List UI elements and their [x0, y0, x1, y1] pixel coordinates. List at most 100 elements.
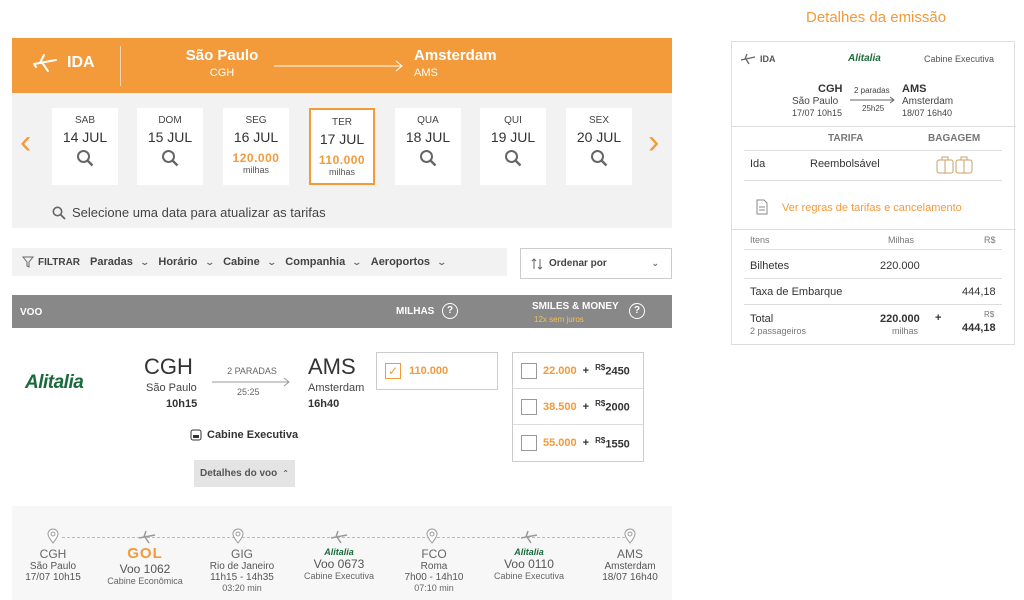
fare-rules-link[interactable]: Ver regras de tarifas e cancelamento — [782, 202, 962, 214]
filter-aeroportos[interactable]: Aeroportos ⌄ — [370, 256, 447, 268]
flight-details-button[interactable]: Detalhes do voo ⌃ — [194, 460, 295, 487]
filter-cabine[interactable]: Cabine ⌄ — [223, 256, 277, 268]
date-weekday: QUA — [417, 115, 439, 126]
filter-toggle[interactable]: FILTRAR — [22, 256, 80, 268]
date-card[interactable]: SEG 16 JUL 120.000 milhas — [223, 108, 289, 185]
location-pin-icon — [624, 528, 636, 544]
smiles-money-options: 22.000 + R$2450 38.500 + R$2000 55.000 +… — [512, 352, 644, 462]
leg-flight: Voo 0110 — [504, 557, 554, 571]
prev-date-chevron-icon[interactable]: ‹ — [20, 123, 31, 162]
filter-horario[interactable]: Horário ⌄ — [158, 256, 214, 268]
divider — [120, 46, 121, 86]
item-miles: 220.000 — [880, 260, 920, 272]
summary-stops: 2 paradas — [854, 86, 890, 95]
alitalia-logo: Alitalia — [514, 547, 544, 557]
total-passengers: 2 passageiros — [750, 326, 807, 336]
sm-miles: 22.000 — [543, 364, 577, 377]
date-day: 17 JUL — [319, 131, 365, 147]
smiles-money-option[interactable]: 22.000 + R$2450 — [513, 353, 643, 389]
next-date-chevron-icon[interactable]: › — [648, 123, 659, 162]
date-hint-text: Selecione uma data para atualizar as tar… — [72, 205, 326, 220]
document-icon — [756, 199, 768, 215]
summary-title: Detalhes da emissão — [806, 9, 947, 26]
date-card[interactable]: QUI 19 JUL — [480, 108, 546, 185]
col-milhas: Milhas — [888, 235, 915, 245]
leg-flight: Voo 0673 — [313, 557, 365, 571]
date-weekday: QUI — [504, 115, 522, 126]
help-icon[interactable]: ? — [629, 303, 645, 319]
sm-money-value: 1550 — [605, 438, 630, 451]
dep-city: São Paulo — [146, 382, 197, 394]
total-miles-unit: milhas — [892, 326, 919, 336]
filter-companhia-label: Companhia — [285, 256, 346, 268]
location-pin-icon — [426, 528, 438, 544]
filter-companhia[interactable]: Companhia ⌄ — [285, 256, 362, 268]
sort-icon — [531, 257, 543, 270]
smiles-money-option[interactable]: 38.500 + R$2000 — [513, 389, 643, 425]
summary-dep-city: São Paulo — [792, 96, 839, 107]
location-pin-icon — [47, 528, 59, 544]
date-card[interactable]: SEX 20 JUL — [566, 108, 632, 185]
route-arrow-icon — [274, 60, 403, 72]
total-miles: 220.000 — [880, 313, 920, 325]
search-icon — [162, 150, 179, 167]
results-header: VOO MILHAS ? SMILES & MONEY 12x sem juro… — [12, 295, 672, 328]
col-rs: R$ — [984, 235, 996, 245]
arr-time: 16h40 — [308, 398, 340, 410]
divider — [744, 180, 1002, 181]
dep-code: CGH — [144, 354, 193, 379]
dep-time: 10h15 — [166, 398, 198, 410]
plus-sign: + — [582, 437, 590, 449]
currency: R$ — [595, 399, 606, 409]
origin: São Paulo CGH — [182, 47, 262, 79]
date-day: 18 JUL — [405, 129, 451, 145]
item-label: Bilhetes — [750, 260, 790, 272]
sm-miles: 55.000 — [543, 437, 577, 449]
plane-icon — [330, 530, 348, 544]
stop-time: 17/07 10h15 — [25, 572, 81, 583]
date-day: 16 JUL — [233, 129, 279, 145]
summary-arr-code: AMS — [902, 83, 927, 95]
divider — [744, 304, 1002, 305]
leg-flight: Voo 1062 — [119, 562, 171, 576]
seat-icon — [190, 429, 202, 441]
plus-sign: + — [935, 312, 942, 324]
search-icon — [77, 150, 94, 167]
sm-money: R$1550 — [595, 436, 630, 451]
date-card[interactable]: DOM 15 JUL — [137, 108, 203, 185]
plane-icon — [138, 530, 156, 544]
miles-option[interactable]: ✓ 110.000 — [376, 352, 498, 390]
arr-code: AMS — [308, 354, 356, 379]
itinerary-stop: CGH São Paulo 17/07 10h15 — [3, 547, 103, 583]
dest-code: AMS — [414, 67, 438, 79]
sm-money: R$2000 — [595, 399, 630, 414]
filter-bar: FILTRAR Paradas ⌄ Horário ⌄ Cabine ⌄ Compan… — [12, 248, 507, 276]
stop-time: 18/07 16h40 — [602, 572, 658, 583]
total-rs: 444,18 — [962, 322, 996, 334]
fare-leg: Ida — [750, 158, 766, 170]
date-card[interactable]: QUA 18 JUL — [395, 108, 461, 185]
stop-time: 7h00 - 14h10 — [404, 572, 464, 583]
leg-cabin: Cabine Econômica — [107, 576, 183, 586]
col-itens: Itens — [750, 235, 770, 245]
stop-layover: 03:20 min — [222, 583, 262, 593]
item-rs: 444,18 — [962, 286, 996, 298]
route-arrow-icon — [212, 377, 290, 387]
search-icon — [591, 150, 608, 167]
leg-cabin: Cabine Executiva — [493, 571, 565, 581]
filter-aeroportos-label: Aeroportos — [370, 256, 431, 268]
help-icon[interactable]: ? — [442, 303, 458, 319]
date-carousel: ‹ SAB 14 JUL DOM 15 JUL SEG 16 JUL 120.000 milh… — [12, 93, 672, 228]
sort-dropdown[interactable]: Ordenar por ⌄ — [520, 248, 672, 279]
summary-arr-city: Amsterdam — [902, 96, 954, 107]
stops-count: 2 PARADAS — [227, 366, 277, 376]
date-card[interactable]: TER 17 JUL 110.000 milhas — [309, 108, 375, 185]
alitalia-logo: Alitalia — [324, 547, 354, 557]
divider — [744, 249, 1002, 250]
currency: R$ — [595, 435, 606, 445]
filter-paradas[interactable]: Paradas ⌄ — [90, 256, 150, 268]
chevron-down-icon: ⌄ — [651, 258, 659, 268]
summary-direction: IDA — [740, 53, 776, 65]
smiles-money-option[interactable]: 55.000 + R$1550 — [513, 425, 643, 461]
date-card[interactable]: SAB 14 JUL — [52, 108, 118, 185]
